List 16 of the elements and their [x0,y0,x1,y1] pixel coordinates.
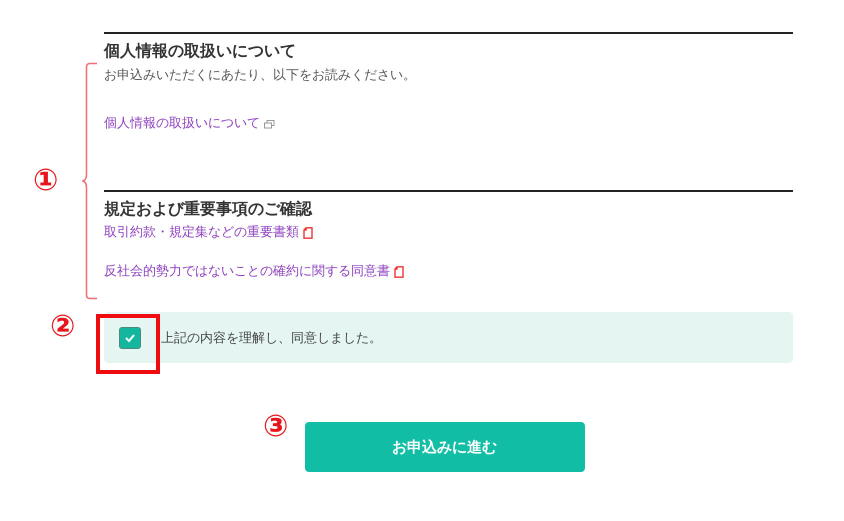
step-number: ③ [263,410,288,444]
document-link[interactable]: 反社会的勢力ではないことの確約に関する同意書 [104,263,404,281]
section-title: 規定および重要事項のご確認 [104,198,314,220]
document-link[interactable]: 個人情報の取扱いについて [104,115,275,133]
check-icon [124,332,136,342]
section-description: お申込みいただくにあたり、以下をお読みください。 [104,67,417,85]
highlight-frame [96,314,160,374]
agreement-checkbox[interactable] [119,326,141,348]
step-number: ② [50,310,76,344]
document-icon [303,227,313,239]
document-link[interactable]: 取引約款・規定集などの重要書類 [104,224,313,242]
step-number: ① [33,164,58,198]
external-window-icon [264,120,275,128]
document-icon [394,266,404,278]
section-title: 個人情報の取扱いについて [104,40,297,62]
agreement-label: 上記の内容を理解し、同意しました。 [161,330,382,346]
